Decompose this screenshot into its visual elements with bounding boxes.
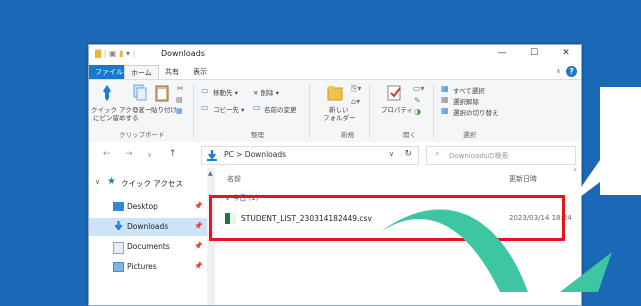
teal-arrow: [380, 209, 612, 292]
arrow-body: [380, 209, 528, 292]
arrow-head: [560, 252, 612, 292]
